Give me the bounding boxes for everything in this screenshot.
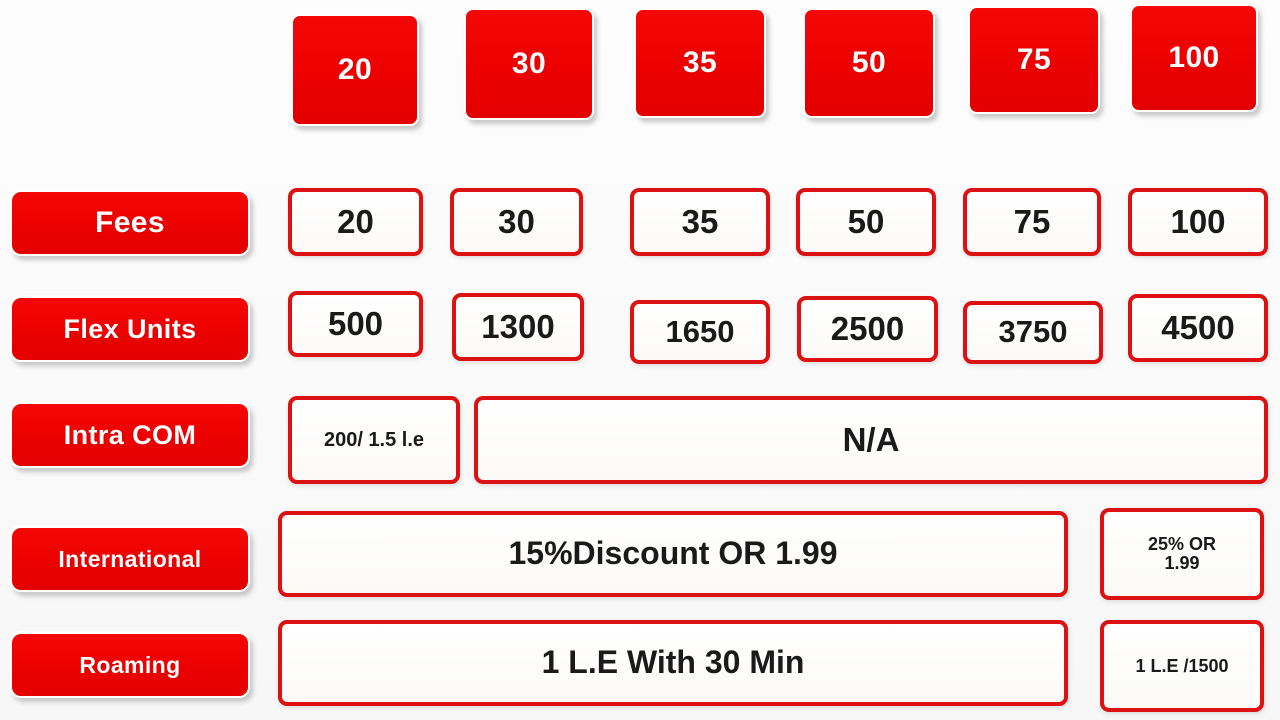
plan-header-label: 75 [1016, 43, 1052, 77]
pricing-table: 20 30 35 50 75 100 Fees 20 30 35 50 75 1… [0, 0, 1280, 720]
plan-header-chip-35[interactable]: 35 [634, 8, 766, 118]
cell-value: 50 [847, 202, 885, 240]
intra-com-cell-na[interactable]: N/A [474, 396, 1268, 484]
plan-header-chip-50[interactable]: 50 [803, 8, 935, 118]
cell-value: 35 [681, 202, 719, 240]
cell-value: 200/ 1.5 l.e [323, 428, 425, 451]
flex-units-cell-50[interactable]: 2500 [797, 296, 938, 362]
plan-header-label: 35 [682, 46, 718, 80]
cell-value: 1 L.E With 30 Min [541, 644, 805, 681]
cell-value: 20 [337, 202, 374, 240]
plan-header-label: 20 [337, 53, 373, 87]
plan-header-label: 100 [1168, 41, 1220, 75]
fees-cell-30[interactable]: 30 [450, 188, 583, 256]
roaming-cell-main[interactable]: 1 L.E With 30 Min [278, 620, 1068, 706]
cell-value: 2500 [830, 309, 905, 347]
flex-units-cell-100[interactable]: 4500 [1128, 294, 1268, 362]
fees-cell-50[interactable]: 50 [796, 188, 936, 256]
fees-cell-20[interactable]: 20 [288, 188, 423, 256]
cell-value: 100 [1170, 202, 1226, 240]
plan-header-chip-30[interactable]: 30 [464, 8, 594, 120]
row-label-intra-com[interactable]: Intra COM [10, 402, 250, 468]
row-label-fees[interactable]: Fees [10, 190, 250, 256]
cell-value: 3750 [998, 314, 1068, 350]
international-cell-100[interactable]: 25% OR 1.99 [1100, 508, 1264, 600]
row-label-text: Intra COM [63, 419, 197, 450]
flex-units-cell-35[interactable]: 1650 [630, 300, 770, 364]
row-label-text: International [58, 545, 202, 572]
fees-cell-75[interactable]: 75 [963, 188, 1101, 256]
cell-value: 1 L.E /1500 [1135, 655, 1229, 676]
row-label-international[interactable]: International [10, 526, 250, 592]
flex-units-cell-20[interactable]: 500 [288, 291, 423, 357]
flex-units-cell-75[interactable]: 3750 [963, 301, 1103, 364]
plan-header-chip-20[interactable]: 20 [291, 14, 419, 126]
cell-value: N/A [842, 420, 900, 458]
cell-value: 1650 [665, 313, 735, 349]
cell-value: 75 [1013, 202, 1051, 240]
cell-value: 30 [498, 202, 535, 240]
cell-value: 1300 [481, 307, 555, 345]
plan-header-chip-100[interactable]: 100 [1130, 4, 1258, 112]
intra-com-cell-20[interactable]: 200/ 1.5 l.e [288, 396, 460, 484]
cell-value-line-2: 1.99 [1164, 553, 1200, 573]
cell-value: 15%Discount OR 1.99 [508, 535, 838, 572]
row-label-roaming[interactable]: Roaming [10, 632, 250, 698]
cell-value: 4500 [1161, 308, 1235, 346]
cell-value-line-1: 25% OR [1147, 534, 1217, 555]
fees-cell-100[interactable]: 100 [1128, 188, 1268, 256]
row-label-flex-units[interactable]: Flex Units [10, 296, 250, 362]
flex-units-cell-30[interactable]: 1300 [452, 293, 584, 361]
row-label-text: Roaming [79, 651, 181, 678]
plan-header-label: 50 [851, 46, 887, 80]
plan-header-label: 30 [511, 47, 547, 81]
cell-value: 500 [327, 304, 384, 342]
roaming-cell-100[interactable]: 1 L.E /1500 [1100, 620, 1264, 712]
plan-header-chip-75[interactable]: 75 [968, 6, 1100, 114]
row-label-text: Flex Units [63, 313, 197, 344]
row-label-text: Fees [95, 206, 165, 240]
fees-cell-35[interactable]: 35 [630, 188, 770, 256]
international-cell-main[interactable]: 15%Discount OR 1.99 [278, 511, 1068, 597]
